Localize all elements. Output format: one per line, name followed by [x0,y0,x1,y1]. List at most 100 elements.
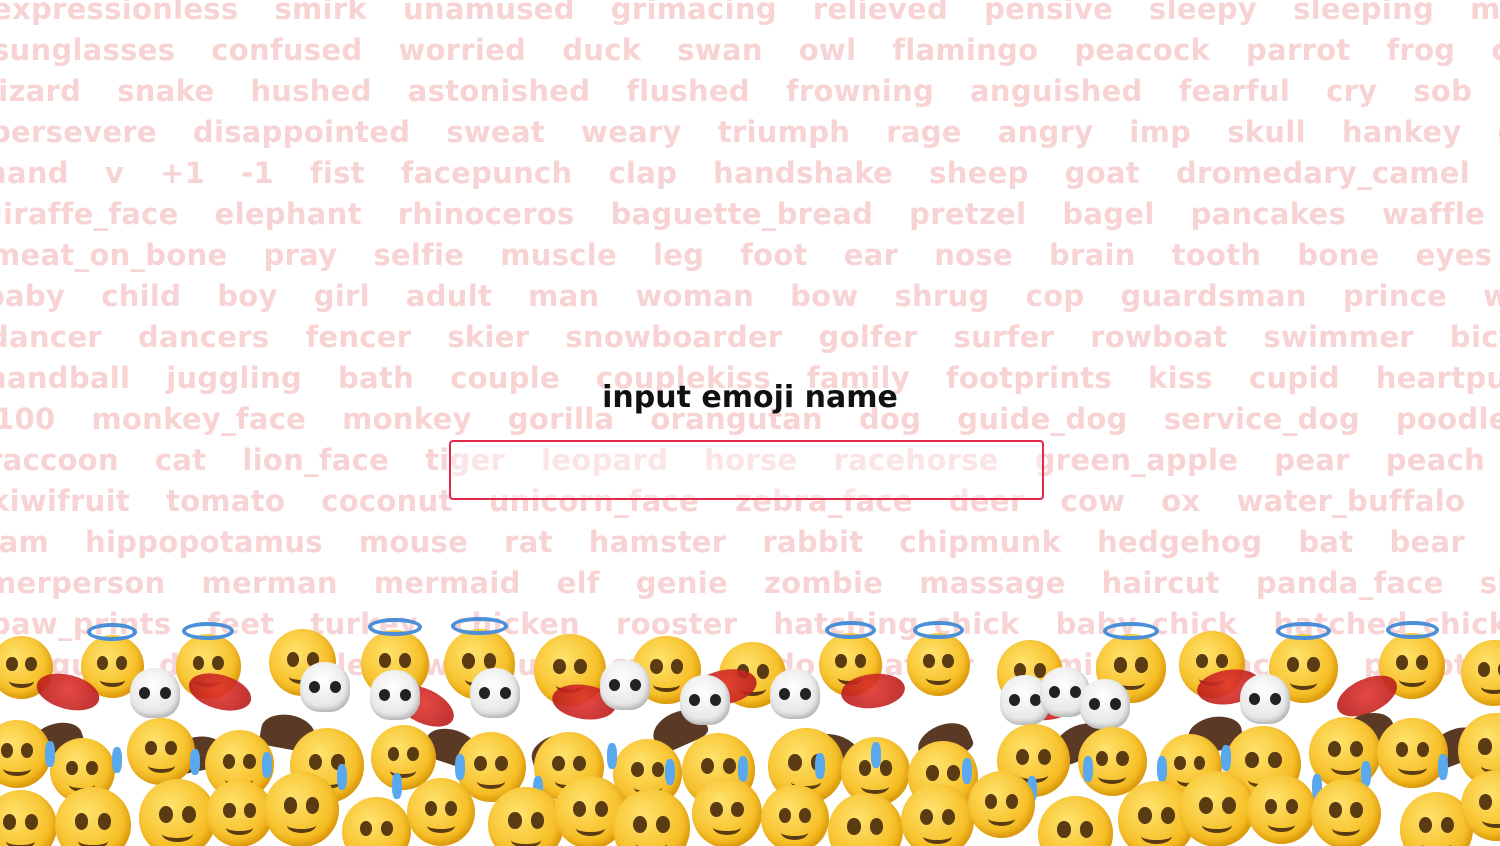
tear-icon [1220,745,1231,772]
background-word: muscle [500,238,617,272]
background-word: nose [934,238,1013,272]
background-word: disappointed [192,115,411,149]
background-word: prince [1342,279,1448,313]
background-word: hand [0,156,69,190]
background-word: goat [1064,156,1140,190]
halo-icon [913,620,964,639]
background-word: tooth [1171,238,1262,272]
background-word: merperson [0,566,166,600]
background-word: golfer [818,320,918,354]
background-word: waffle [1382,197,1486,231]
background-word-row: dancer dancers fencer skier snowboarder golfe… [0,320,1500,354]
background-word: dancer [0,320,102,354]
halo-face-emoji-icon [907,632,970,696]
background-word: sleepy [1149,0,1258,26]
background-word: sob [1413,74,1473,108]
skull-emoji-icon [1240,674,1290,725]
background-word: sleeping [1293,0,1435,26]
background-word: baguette_bread [610,197,874,231]
background-word: skier [447,320,530,354]
background-word: peacock [1074,33,1211,67]
background-word: frowning [785,74,935,108]
background-word: coconut [321,484,453,518]
background-word: child [101,279,182,313]
background-word: rage [886,115,962,149]
halo-icon [450,616,508,635]
background-word: leg [652,238,705,272]
halo-icon [1275,621,1331,640]
background-word: hippopotamus [85,525,323,559]
background-word: bat [1298,525,1354,559]
background-word: tomato [166,484,286,518]
skull-emoji-icon [1080,678,1130,729]
background-word: selfie [373,238,465,272]
background-word: rhinoceros [397,197,575,231]
background-word: bicyclist [1449,320,1500,354]
background-word: boy [217,279,278,313]
background-word: unamused [402,0,575,26]
background-word: snowboarder [565,320,783,354]
skull-emoji-icon [770,669,820,720]
background-word: smirk [274,0,367,26]
emoji-name-input[interactable] [449,440,1044,500]
face-emoji-icon [341,796,412,846]
background-word: bagel [1062,197,1155,231]
background-word: chipmunk [899,525,1062,559]
background-word: panda_face [1255,566,1444,600]
face-emoji-icon [1311,778,1382,846]
background-word: elephant [214,197,362,231]
background-word: parrot [1246,33,1351,67]
background-word: clap [608,156,678,190]
background-word: adult [405,279,493,313]
face-emoji-icon [407,777,475,846]
background-word: pensive [984,0,1114,26]
background-word: mermaid [373,566,521,600]
background-word: guardsman [1120,279,1307,313]
tear-icon [870,742,881,769]
tear-icon [1083,756,1094,783]
background-word: massage [919,566,1066,600]
background-word-row: meat_on_bone pray selfie muscle leg foot ear no… [0,238,1500,272]
background-word: giraffe_face [0,197,179,231]
background-word: surfer [953,320,1055,354]
tear-icon [45,741,56,768]
background-word: crocodile [1491,33,1500,67]
background-word-row: lizard snake hushed astonished flushed frowni… [0,74,1500,108]
background-word: -1 [241,156,274,190]
face-emoji-icon [206,780,274,846]
background-word: persevere [0,115,157,149]
tear-icon [607,743,618,770]
halo-icon [182,621,235,640]
background-word: pear [1274,443,1350,477]
background-word: merman [201,566,338,600]
background-word: angry [997,115,1094,149]
background-word: peach [1385,443,1486,477]
background-word: imp [1129,115,1192,149]
background-word: hankey [1341,115,1462,149]
background-word: brain [1048,238,1136,272]
background-word: ram [0,525,49,559]
tear-icon [962,758,973,785]
background-word: sheep [929,156,1029,190]
halo-icon [1103,621,1159,640]
page-title: input emoji name [602,380,898,415]
background-word: relieved [812,0,949,26]
background-word: shrug [894,279,990,313]
face-emoji-icon [264,772,339,846]
background-word: pray [263,238,338,272]
background-word: rat [504,525,553,559]
tear-icon [737,756,748,783]
background-word-row: baby child boy girl adult man woman bow shrug cop… [0,279,1500,313]
tear-icon [391,773,402,800]
background-word: zombie [763,566,884,600]
background-word: pancakes [1190,197,1347,231]
background-word: man [528,279,600,313]
face-emoji-icon [127,717,195,786]
background-word: astonished [407,74,591,108]
halo-icon [87,623,138,642]
face-emoji-icon [1178,770,1256,846]
background-word: fearful [1178,74,1291,108]
background-word: sunglasses [0,33,176,67]
background-word: confused [211,33,363,67]
face-emoji-icon [692,778,763,846]
